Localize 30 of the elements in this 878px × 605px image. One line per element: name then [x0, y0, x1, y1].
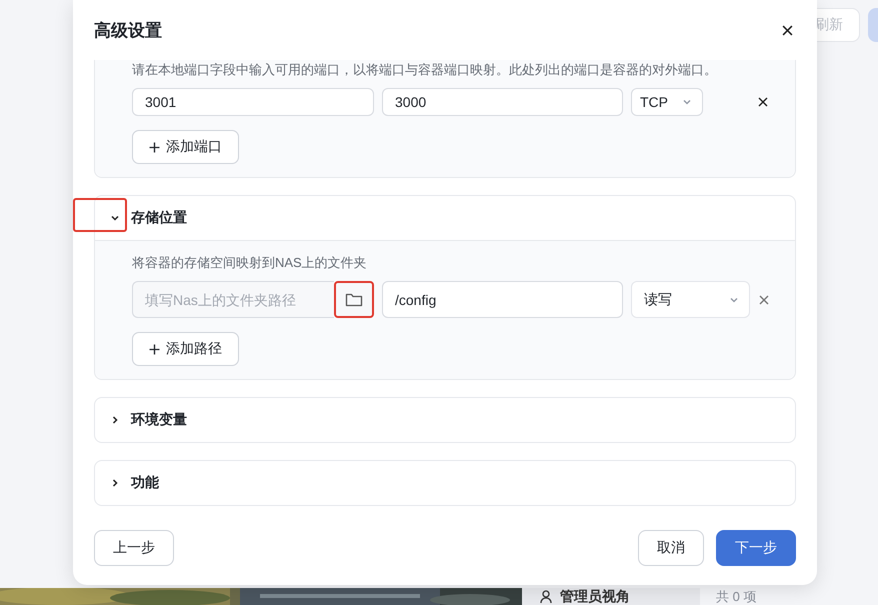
plus-icon	[149, 142, 160, 152]
cancel-button[interactable]: 取消	[638, 530, 704, 566]
add-button[interactable]: 添加端口	[132, 130, 239, 164]
permission-select[interactable]: 读写	[631, 281, 750, 318]
caret-icon	[682, 97, 692, 107]
section-title[interactable]: 存储位置	[131, 209, 187, 227]
folder-path-field[interactable]: 填写Nas上的文件夹路径	[132, 281, 334, 318]
container-port-field[interactable]: 3000	[382, 88, 623, 116]
container-path-field[interactable]: /config	[382, 281, 623, 318]
protocol-select[interactable]: TCP	[631, 88, 703, 116]
local-port-field[interactable]: 3001	[132, 88, 374, 116]
close-icon[interactable]	[782, 24, 793, 36]
folder-icon	[345, 292, 363, 308]
chevron-right-icon[interactable]	[110, 478, 120, 488]
folder-browse-button[interactable]	[334, 281, 374, 318]
next-button[interactable]: 下一步	[716, 530, 796, 566]
item-count: 共 0 项	[715, 588, 756, 605]
chevron-right-icon[interactable]	[110, 415, 120, 425]
chevron-down-icon[interactable]	[110, 213, 120, 223]
admin-view-tab[interactable]: 管理员视角	[522, 588, 700, 605]
section-description: 请在本地端口字段中输入可用的端口，以将端口与容器端口映射。此处列出的端口是容器的对外端口。	[132, 61, 717, 79]
user-icon	[540, 590, 554, 604]
section-title[interactable]: 功能	[131, 474, 159, 492]
remove-icon[interactable]	[758, 97, 768, 107]
back-button[interactable]: 上一步	[94, 530, 174, 566]
plus-icon	[149, 344, 160, 354]
dialog-title: 高级设置	[94, 20, 162, 42]
add-button[interactable]: 添加路径	[132, 332, 239, 366]
section-title[interactable]: 环境变量	[131, 411, 187, 429]
section-description: 将容器的存储空间映射到NAS上的文件夹	[132, 254, 367, 272]
